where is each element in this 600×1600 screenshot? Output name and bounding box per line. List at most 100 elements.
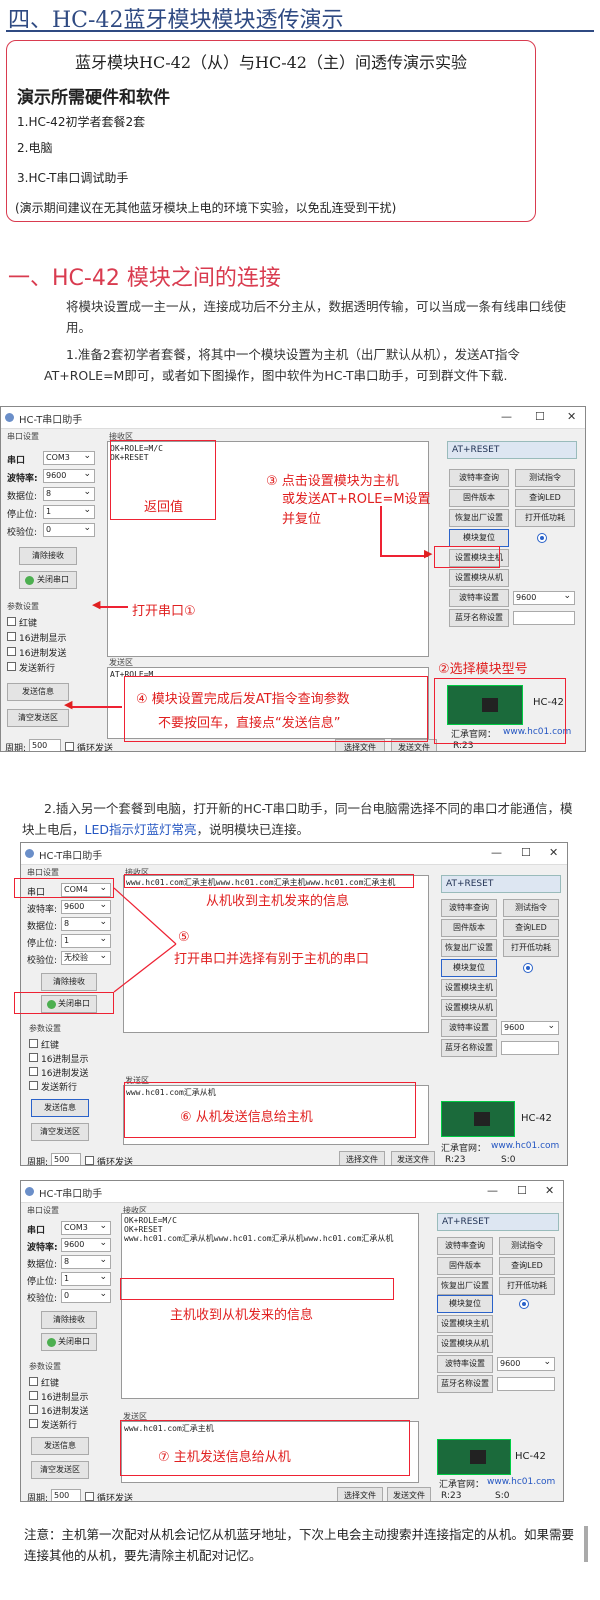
baud-set-select[interactable]: 9600	[497, 1356, 555, 1371]
port-select[interactable]: COM3	[43, 450, 95, 465]
red-key-checkbox[interactable]	[29, 1377, 38, 1386]
close-icon[interactable]: ✕	[545, 1184, 554, 1197]
site-link[interactable]: www.hc01.com	[487, 1477, 555, 1487]
hex-send-checkbox[interactable]	[7, 647, 16, 656]
minimize-icon[interactable]: —	[491, 846, 502, 859]
firmware-button[interactable]: 固件版本	[437, 1257, 493, 1275]
loop-send-checkbox[interactable]	[65, 742, 74, 751]
led-query-button[interactable]: 查询LED	[499, 1257, 555, 1275]
send-file-button[interactable]: 发送文件	[391, 1151, 435, 1165]
baud-set-button[interactable]: 波特率设置	[441, 1019, 497, 1037]
baud-select[interactable]: 9600	[61, 1237, 111, 1252]
red-key-checkbox[interactable]	[7, 617, 16, 626]
hex-show-checkbox[interactable]	[29, 1391, 38, 1400]
newline-checkbox[interactable]	[29, 1419, 38, 1428]
clear-send-button[interactable]: 清空发送区	[7, 709, 69, 727]
clear-recv-button[interactable]: 清除接收	[41, 973, 97, 991]
set-slave-button[interactable]: 设置模块从机	[437, 1335, 493, 1353]
loop-send-checkbox[interactable]	[85, 1156, 94, 1165]
baud-set-select[interactable]: 9600	[501, 1020, 559, 1035]
lowpower-button[interactable]: 打开低功耗	[499, 1277, 555, 1295]
set-slave-button[interactable]: 设置模块从机	[449, 569, 509, 587]
maximize-icon[interactable]: ☐	[517, 1184, 527, 1197]
name-set-button[interactable]: 蓝牙名称设置	[441, 1039, 497, 1057]
period-input[interactable]: 500	[51, 1153, 81, 1165]
databits-select[interactable]: 8	[61, 1254, 111, 1269]
send-button[interactable]: 发送信息	[7, 683, 69, 701]
clear-recv-button[interactable]: 清除接收	[19, 547, 77, 565]
name-set-button[interactable]: 蓝牙名称设置	[437, 1375, 493, 1393]
factory-button[interactable]: 恢复出厂设置	[449, 509, 509, 527]
reset-radio[interactable]	[537, 533, 547, 543]
baud-query-button[interactable]: 波特率查询	[449, 469, 509, 487]
baud-query-button[interactable]: 波特率查询	[441, 899, 497, 917]
close-icon[interactable]: ✕	[549, 846, 558, 859]
reset-button[interactable]: 模块复位	[437, 1295, 493, 1313]
factory-button[interactable]: 恢复出厂设置	[441, 939, 497, 957]
select-file-button[interactable]: 选择文件	[339, 1151, 385, 1165]
baud-query-button[interactable]: 波特率查询	[437, 1237, 493, 1255]
hex-send-checkbox[interactable]	[29, 1405, 38, 1414]
clear-send-button[interactable]: 清空发送区	[31, 1123, 89, 1141]
baud-set-button[interactable]: 波特率设置	[449, 589, 509, 607]
stopbits-select[interactable]: 1	[61, 933, 111, 948]
module-select[interactable]: HC-42	[515, 1451, 546, 1462]
red-key-checkbox[interactable]	[29, 1039, 38, 1048]
select-file-button[interactable]: 选择文件	[337, 1487, 383, 1501]
test-button[interactable]: 测试指令	[499, 1237, 555, 1255]
firmware-button[interactable]: 固件版本	[441, 919, 497, 937]
minimize-icon[interactable]: —	[487, 1184, 498, 1197]
at-command-input[interactable]: AT+RESET	[441, 875, 561, 893]
site-link[interactable]: www.hc01.com	[491, 1141, 559, 1151]
parity-select[interactable]: 0	[43, 522, 95, 537]
hex-send-checkbox[interactable]	[29, 1067, 38, 1076]
reset-button[interactable]: 模块复位	[441, 959, 497, 977]
test-button[interactable]: 测试指令	[515, 469, 575, 487]
newline-checkbox[interactable]	[7, 662, 16, 671]
stopbits-select[interactable]: 1	[43, 504, 95, 519]
send-file-button[interactable]: 发送文件	[387, 1487, 431, 1501]
period-input[interactable]: 500	[29, 739, 61, 751]
close-port-button[interactable]: 关闭串口	[41, 1333, 97, 1351]
name-input[interactable]	[513, 611, 575, 625]
lowpower-button[interactable]: 打开低功耗	[515, 509, 575, 527]
close-port-button[interactable]: 关闭串口	[19, 571, 77, 589]
close-icon[interactable]: ✕	[567, 410, 576, 423]
databits-select[interactable]: 8	[43, 486, 95, 501]
baud-set-button[interactable]: 波特率设置	[437, 1355, 493, 1373]
send-button[interactable]: 发送信息	[31, 1099, 89, 1117]
factory-button[interactable]: 恢复出厂设置	[437, 1277, 493, 1295]
lowpower-button[interactable]: 打开低功耗	[503, 939, 559, 957]
at-command-input[interactable]: AT+RESET	[447, 441, 577, 459]
period-input[interactable]: 500	[51, 1489, 81, 1501]
set-slave-button[interactable]: 设置模块从机	[441, 999, 497, 1017]
led-query-button[interactable]: 查询LED	[503, 919, 559, 937]
databits-select[interactable]: 8	[61, 916, 111, 931]
at-command-input[interactable]: AT+RESET	[437, 1213, 559, 1231]
set-master-button[interactable]: 设置模块主机	[441, 979, 497, 997]
maximize-icon[interactable]: ☐	[535, 410, 545, 423]
newline-checkbox[interactable]	[29, 1081, 38, 1090]
send-button[interactable]: 发送信息	[31, 1437, 89, 1455]
hex-show-checkbox[interactable]	[29, 1053, 38, 1062]
name-input[interactable]	[501, 1041, 559, 1055]
stopbits-select[interactable]: 1	[61, 1271, 111, 1286]
reset-button[interactable]: 模块复位	[449, 529, 509, 547]
hex-show-checkbox[interactable]	[7, 632, 16, 641]
clear-recv-button[interactable]: 清除接收	[41, 1311, 97, 1329]
reset-radio[interactable]	[519, 1299, 529, 1309]
port-select[interactable]: COM3	[61, 1220, 111, 1235]
name-set-button[interactable]: 蓝牙名称设置	[449, 609, 509, 627]
parity-select[interactable]: 0	[61, 1288, 111, 1303]
led-query-button[interactable]: 查询LED	[515, 489, 575, 507]
reset-radio[interactable]	[523, 963, 533, 973]
set-master-button[interactable]: 设置模块主机	[437, 1315, 493, 1333]
maximize-icon[interactable]: ☐	[521, 846, 531, 859]
baud-select[interactable]: 9600	[43, 468, 95, 483]
clear-send-button[interactable]: 清空发送区	[31, 1461, 89, 1479]
parity-select[interactable]: 无校验	[61, 950, 111, 965]
baud-set-select[interactable]: 9600	[513, 590, 575, 605]
firmware-button[interactable]: 固件版本	[449, 489, 509, 507]
loop-send-checkbox[interactable]	[85, 1492, 94, 1501]
module-select[interactable]: HC-42	[521, 1113, 552, 1124]
